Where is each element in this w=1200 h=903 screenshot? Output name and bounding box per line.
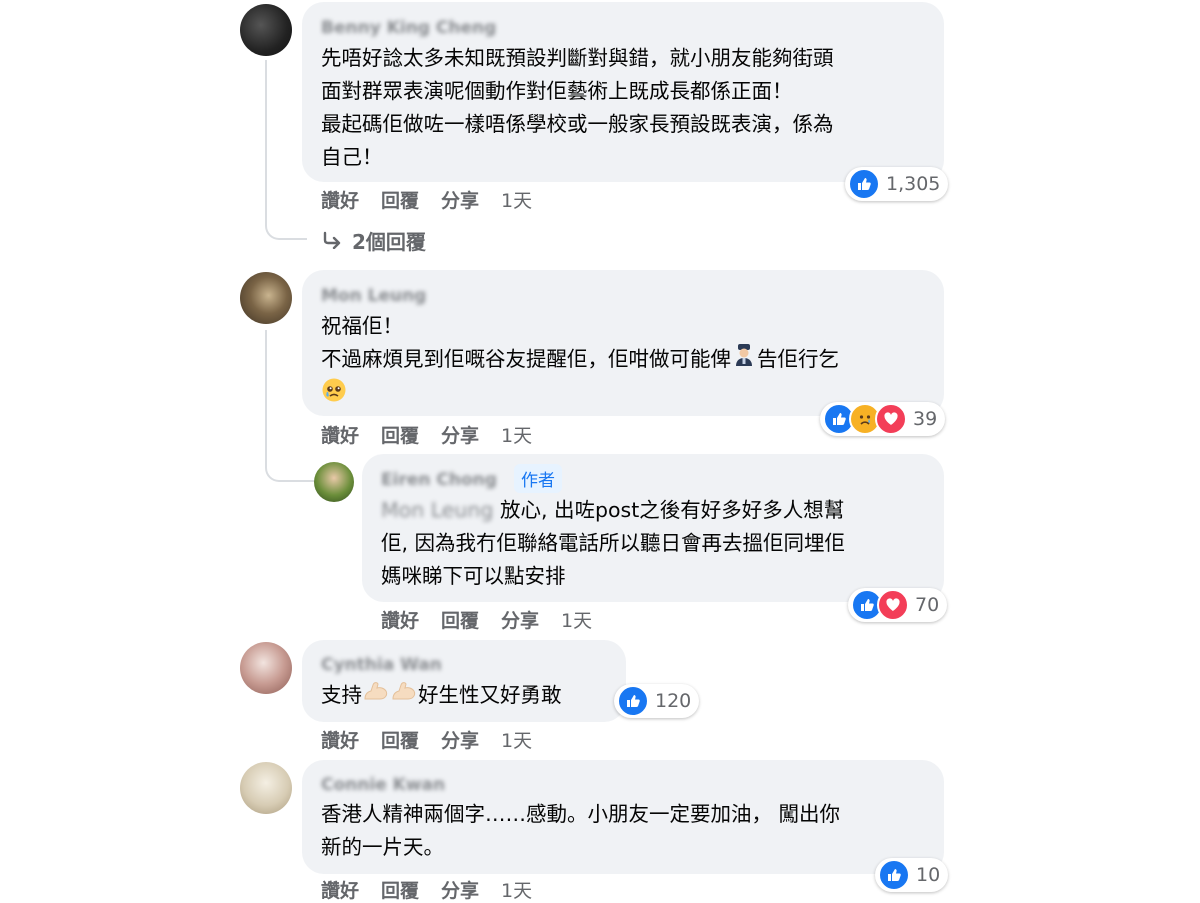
- comment-line-part: 不過麻煩見到佢嘅谷友提醒佢，佢咁做可能俾: [321, 347, 731, 371]
- comment-line: Mon Leung 放心, 出咗post之後有好多好多人想幫: [381, 494, 845, 527]
- share-link[interactable]: 分享: [441, 726, 479, 753]
- commenter-name[interactable]: Benny King Cheng: [321, 18, 496, 38]
- reply-link[interactable]: 回覆: [381, 186, 419, 213]
- heart-icon: [875, 403, 907, 435]
- flexed-biceps-icon: [362, 679, 390, 713]
- reaction-summary[interactable]: 1,305: [845, 167, 949, 201]
- replies-count: 2個回覆: [352, 230, 426, 254]
- comment-line: 不過麻煩見到佢嘅谷友提醒佢，佢咁做可能俾 告佢行乞: [321, 343, 839, 377]
- share-link[interactable]: 分享: [441, 421, 479, 448]
- comment-actions: 讚好 回覆 分享 1天: [321, 421, 554, 448]
- comment-text: 祝福佢！ 不過麻煩見到佢嘅谷友提醒佢，佢咁做可能俾 告佢行乞: [321, 310, 839, 413]
- comment-line-part: 支持: [321, 683, 362, 707]
- reply-link[interactable]: 回覆: [441, 606, 479, 633]
- timestamp[interactable]: 1天: [501, 186, 532, 213]
- reaction-count: 70: [915, 594, 940, 616]
- timestamp[interactable]: 1天: [501, 876, 532, 903]
- comment-line: 面對群眾表演呢個動作對佢藝術上既成長都係正面！: [321, 79, 793, 103]
- timestamp[interactable]: 1天: [501, 421, 532, 448]
- thumbs-up-icon: [848, 168, 880, 200]
- share-link[interactable]: 分享: [501, 606, 539, 633]
- share-link[interactable]: 分享: [441, 876, 479, 903]
- timestamp[interactable]: 1天: [501, 726, 532, 753]
- comment-actions: 讚好 回覆 分享 1天: [321, 186, 554, 213]
- reaction-summary[interactable]: 39: [820, 402, 946, 436]
- comment-line-part: 放心, 出咗post之後有好多好多人想幫: [499, 498, 845, 522]
- comment-text: 香港人精神兩個字……感動。小朋友一定要加油， 闖出你 新的一片天。: [321, 798, 840, 864]
- avatar[interactable]: [240, 272, 292, 324]
- comment-line: 香港人精神兩個字……感動。小朋友一定要加油， 闖出你: [321, 802, 841, 826]
- timestamp[interactable]: 1天: [561, 606, 592, 633]
- heart-icon: [877, 589, 909, 621]
- reply-arrow-icon: [322, 230, 342, 254]
- comment-actions: 讚好 回覆 分享 1天: [321, 876, 554, 903]
- comment-line: 先唔好諗太多未知既預設判斷對與錯，就小朋友能夠街頭: [321, 46, 834, 70]
- police-officer-icon: [734, 343, 754, 377]
- commenter-name[interactable]: Cynthia Wan: [321, 655, 442, 675]
- view-replies-link[interactable]: 2個回覆: [322, 226, 426, 255]
- avatar[interactable]: [240, 642, 292, 694]
- reaction-summary[interactable]: 10: [875, 858, 949, 892]
- comment-line: 新的一片天。: [321, 835, 444, 859]
- like-link[interactable]: 讚好: [321, 876, 359, 903]
- share-link[interactable]: 分享: [441, 186, 479, 213]
- comment-text: 支持 好生性又好勇敢: [321, 679, 562, 713]
- comment-line: 媽咪睇下可以點安排: [381, 564, 566, 588]
- comment-actions: 讚好 回覆 分享 1天: [381, 606, 614, 633]
- reaction-count: 39: [913, 408, 938, 430]
- thread-line: [265, 60, 267, 220]
- comment-line: 最起碼佢做咗一樣唔係學校或一般家長預設既表演，係為: [321, 112, 834, 136]
- reply-link[interactable]: 回覆: [381, 876, 419, 903]
- thumbs-up-icon: [617, 685, 649, 717]
- comment-line: 佢, 因為我冇佢聯絡電話所以聽日會再去搵佢同埋佢: [381, 531, 846, 555]
- comment-line: 自己！: [321, 145, 383, 169]
- reaction-count: 120: [655, 690, 692, 712]
- comment-text: 先唔好諗太多未知既預設判斷對與錯，就小朋友能夠街頭 面對群眾表演呢個動作對佢藝術…: [321, 42, 834, 174]
- comment-text: Mon Leung 放心, 出咗post之後有好多好多人想幫 佢, 因為我冇佢聯…: [381, 494, 845, 593]
- reaction-summary[interactable]: 120: [614, 684, 700, 718]
- avatar[interactable]: [240, 4, 292, 56]
- author-badge: 作者: [514, 464, 562, 493]
- comment-line-part: 告佢行乞: [757, 347, 839, 371]
- reply-link[interactable]: 回覆: [381, 421, 419, 448]
- thumbs-up-icon: [878, 859, 910, 891]
- commenter-name[interactable]: Mon Leung: [321, 286, 426, 306]
- tagged-user[interactable]: Mon Leung: [381, 498, 493, 522]
- flexed-biceps-icon: [390, 679, 418, 713]
- commenter-name[interactable]: Eiren Chong: [381, 470, 497, 490]
- reaction-count: 10: [916, 864, 941, 886]
- comment-line: [321, 377, 839, 413]
- pleading-face-icon: [321, 377, 347, 413]
- comment-actions: 讚好 回覆 分享 1天: [321, 726, 554, 753]
- like-link[interactable]: 讚好: [321, 186, 359, 213]
- thread-connector: [265, 200, 307, 240]
- reply-link[interactable]: 回覆: [381, 726, 419, 753]
- avatar[interactable]: [240, 762, 292, 814]
- avatar[interactable]: [314, 462, 354, 502]
- like-link[interactable]: 讚好: [381, 606, 419, 633]
- like-link[interactable]: 讚好: [321, 726, 359, 753]
- commenter-name[interactable]: Connie Kwan: [321, 775, 445, 795]
- reaction-count: 1,305: [886, 173, 941, 195]
- reaction-summary[interactable]: 70: [848, 588, 948, 622]
- like-link[interactable]: 讚好: [321, 421, 359, 448]
- comment-line-part: 好生性又好勇敢: [418, 683, 562, 707]
- comment-line: 祝福佢！: [321, 314, 403, 338]
